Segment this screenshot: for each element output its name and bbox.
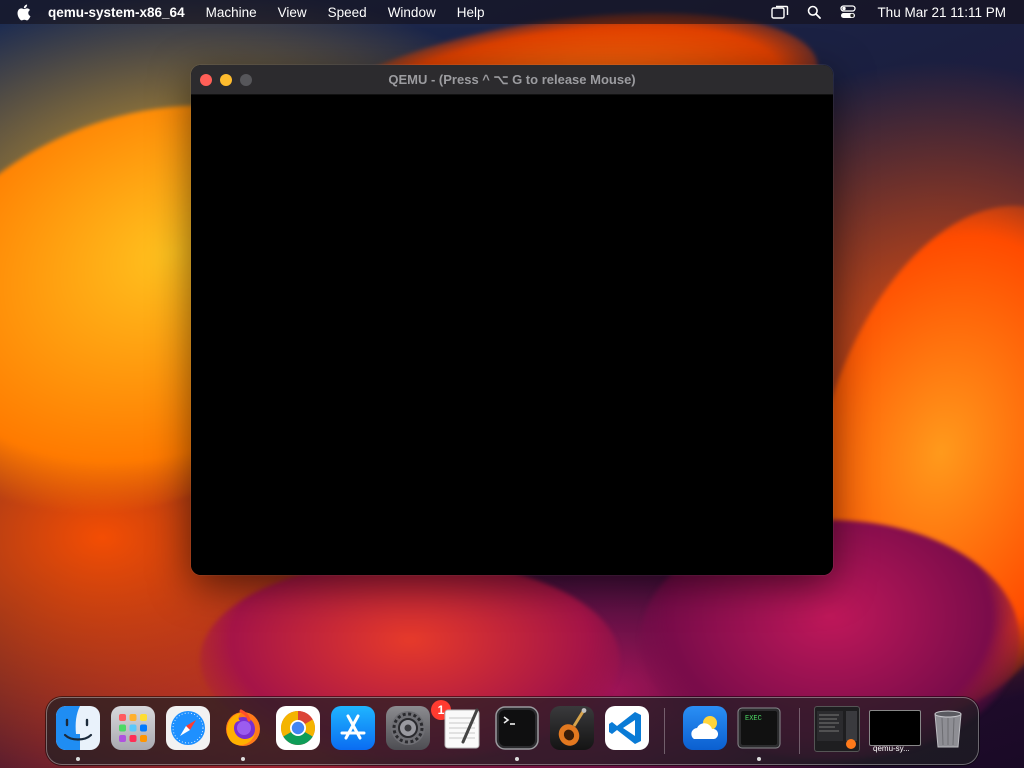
- menu-view[interactable]: View: [278, 5, 307, 20]
- minimized-qemu-window[interactable]: [869, 710, 921, 746]
- minimized-window-thumbnail[interactable]: [814, 706, 860, 752]
- system-preferences-icon[interactable]: [386, 706, 430, 750]
- menu-window[interactable]: Window: [388, 5, 436, 20]
- apple-menu-icon[interactable]: [14, 3, 32, 21]
- window-title: QEMU - (Press ^ ⌥ G to release Mouse): [388, 72, 636, 87]
- vscode-icon[interactable]: [605, 706, 649, 750]
- console-icon[interactable]: EXEC: [737, 706, 781, 750]
- running-indicator: [515, 757, 519, 761]
- terminal-icon[interactable]: [495, 706, 539, 750]
- svg-text:EXEC: EXEC: [745, 715, 762, 723]
- trash-icon[interactable]: [926, 706, 970, 750]
- app-store-icon[interactable]: [331, 706, 375, 750]
- textedit-icon[interactable]: [441, 706, 485, 750]
- chrome-icon[interactable]: [276, 706, 320, 750]
- running-indicator: [241, 757, 245, 761]
- menu-speed[interactable]: Speed: [328, 5, 367, 20]
- weather-icon[interactable]: [683, 706, 727, 750]
- vm-display[interactable]: [191, 95, 833, 575]
- dock: 1 EXEC qemu-sy...: [46, 697, 979, 765]
- launchpad-icon[interactable]: [111, 706, 155, 750]
- menu-bar: qemu-system-x86_64 Machine View Speed Wi…: [0, 0, 1024, 24]
- garageband-icon[interactable]: [550, 706, 594, 750]
- minimized-window-label: qemu-sy...: [873, 744, 910, 753]
- menu-help[interactable]: Help: [457, 5, 485, 20]
- dock-separator: [799, 708, 800, 754]
- running-indicator: [757, 757, 761, 761]
- finder-icon[interactable]: [56, 706, 100, 750]
- safari-icon[interactable]: [166, 706, 210, 750]
- menu-clock[interactable]: Thu Mar 21 11:11 PM: [877, 5, 1006, 20]
- firefox-icon[interactable]: [221, 706, 265, 750]
- spotlight-search-icon[interactable]: [805, 4, 823, 20]
- menu-machine[interactable]: Machine: [206, 5, 257, 20]
- control-center-icon[interactable]: [839, 4, 857, 20]
- qemu-window: QEMU - (Press ^ ⌥ G to release Mouse): [191, 65, 833, 575]
- dock-separator: [664, 708, 665, 754]
- menu-app-name[interactable]: qemu-system-x86_64: [48, 5, 185, 20]
- window-titlebar[interactable]: QEMU - (Press ^ ⌥ G to release Mouse): [191, 65, 833, 95]
- running-indicator: [76, 757, 80, 761]
- screen-mirroring-icon[interactable]: [771, 4, 789, 20]
